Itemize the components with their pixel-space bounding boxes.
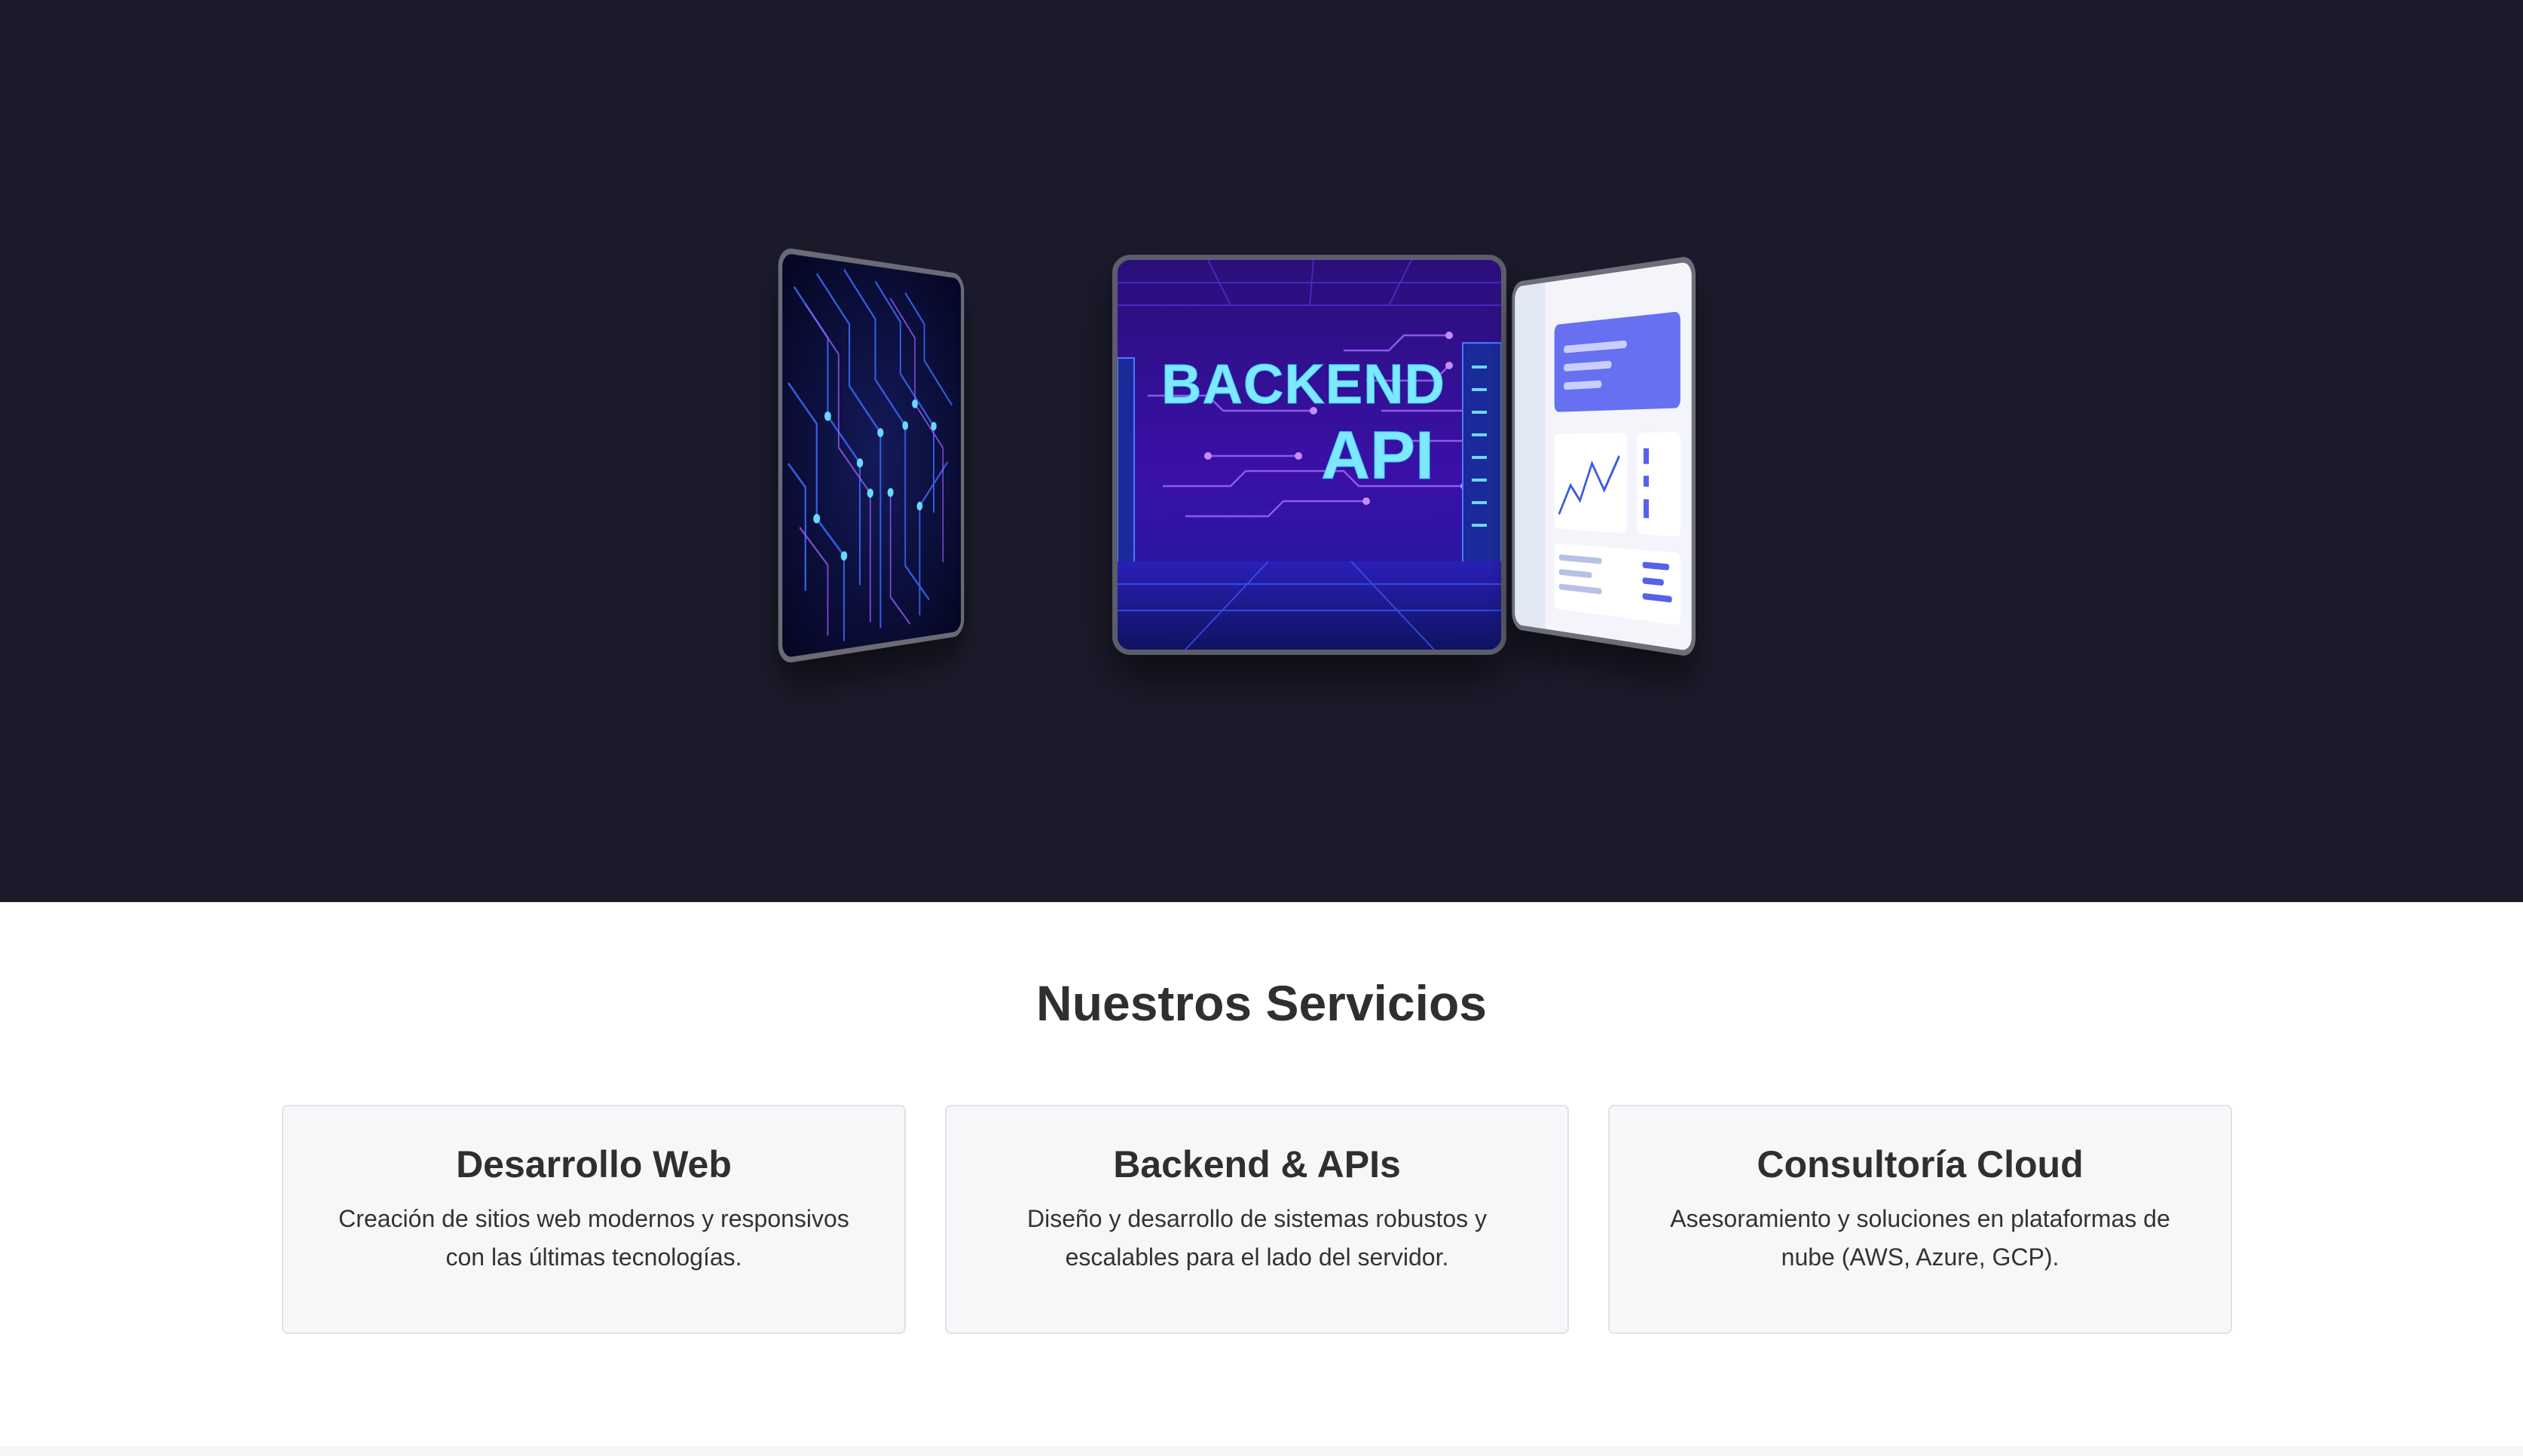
carousel-card-cloud-dashboard[interactable]: [1512, 255, 1696, 658]
services-title: Nuestros Servicios: [1036, 975, 1487, 1031]
services-section: Nuestros Servicios Desarrollo Web Creaci…: [0, 902, 2523, 1446]
footer-edge: [0, 1446, 2523, 1456]
carousel-stage: BACKEND API: [0, 0, 2523, 902]
circuit-board-image: [782, 252, 962, 659]
service-card-web-development: Desarrollo Web Creación de sitios web mo…: [282, 1105, 906, 1334]
service-card-backend-apis: Backend & APIs Diseño y desarrollo de si…: [945, 1105, 1569, 1334]
api-label: API: [1321, 418, 1434, 494]
service-card-cloud-consulting: Consultoría Cloud Asesoramiento y soluci…: [1608, 1105, 2232, 1334]
service-card-title: Backend & APIs: [1113, 1143, 1401, 1185]
service-card-description: Asesoramiento y soluciones en plataforma…: [1670, 1205, 2170, 1271]
carousel-card-backend-api[interactable]: BACKEND API: [1112, 255, 1506, 655]
dashboard-image: [1515, 261, 1692, 652]
hero-carousel: BACKEND API: [0, 0, 2523, 902]
carousel-card-web-development[interactable]: [778, 246, 965, 665]
service-card-title: Consultoría Cloud: [1757, 1143, 2084, 1185]
service-card-description: Creación de sitios web modernos y respon…: [338, 1205, 849, 1271]
backend-label: BACKEND: [1161, 353, 1445, 415]
service-card-title: Desarrollo Web: [456, 1143, 732, 1185]
service-card-description: Diseño y desarrollo de sistemas robustos…: [1026, 1205, 1488, 1271]
backend-api-image: BACKEND API: [1118, 260, 1501, 650]
